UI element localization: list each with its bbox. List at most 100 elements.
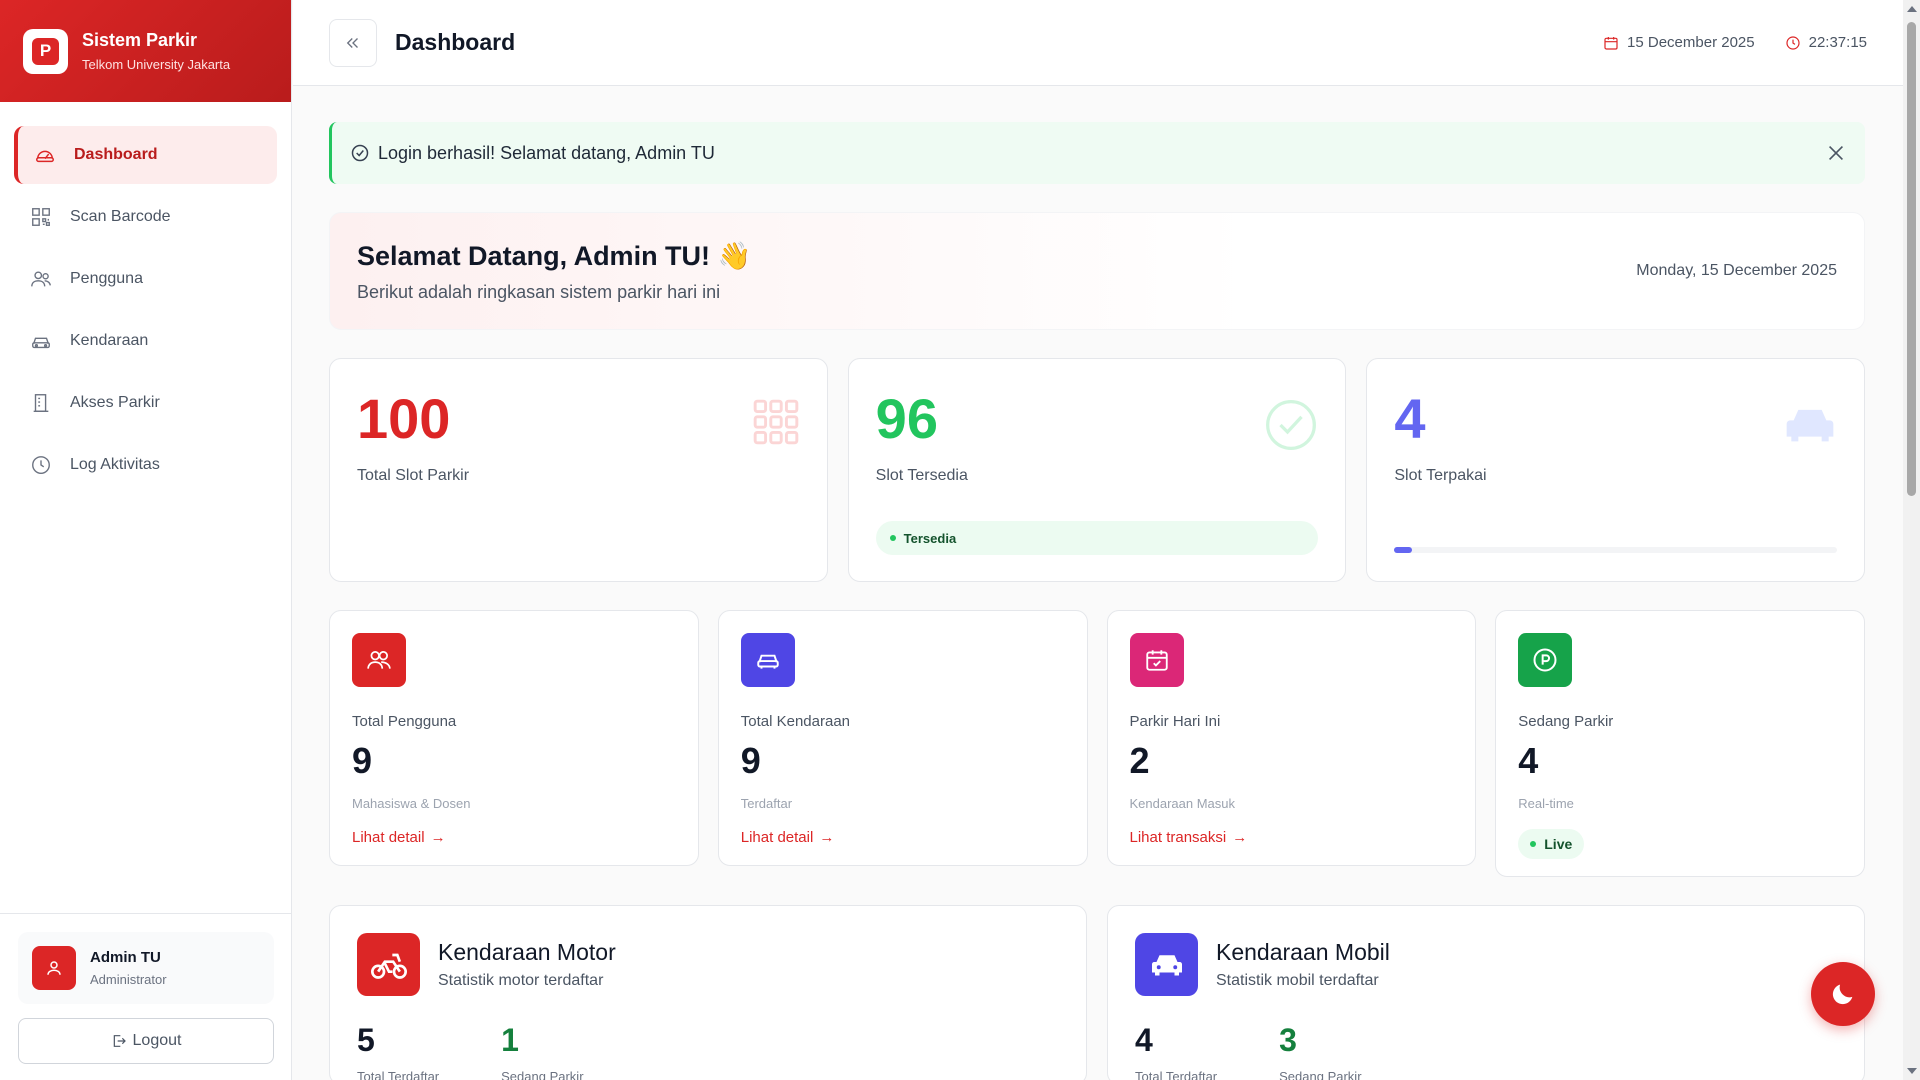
link-label: Lihat transaksi xyxy=(1129,829,1227,846)
card-subtext: Terdaftar xyxy=(740,796,793,811)
card-subtext: Mahasiswa & Dosen xyxy=(352,796,471,811)
car-icon xyxy=(740,633,795,687)
card-label: Total Pengguna xyxy=(352,713,457,730)
sidebar: P Sistem Parkir Telkom University Jakart… xyxy=(0,0,292,1080)
stat-value: 100 xyxy=(357,387,451,450)
arrow-right-icon: → xyxy=(430,829,446,846)
dark-mode-toggle[interactable] xyxy=(1811,962,1875,1026)
registered-stat: 5 Total Terdaftar xyxy=(357,1022,439,1080)
arrow-right-icon: → xyxy=(819,829,835,846)
card-parkir-hari-ini: Parkir Hari Ini 2 Kendaraan Masuk Lihat … xyxy=(1106,610,1477,866)
welcome-banner: Selamat Datang, Admin TU! 👋 Berikut adal… xyxy=(329,212,1865,330)
parked-stat: 1 Sedang Parkir xyxy=(501,1022,583,1080)
users-icon xyxy=(30,268,52,290)
parking-icon xyxy=(1518,633,1573,687)
alert-message: Login berhasil! Selamat datang, Admin TU xyxy=(378,142,715,163)
top-bar: Dashboard 15 December 2025 22:37:15 xyxy=(293,0,1903,86)
usage-progress-fill xyxy=(1394,547,1413,553)
logout-button[interactable]: Logout xyxy=(18,1018,274,1064)
parked-value: 1 xyxy=(501,1022,519,1058)
sidebar-item-pengguna[interactable]: Pengguna xyxy=(14,250,277,308)
success-alert: Login berhasil! Selamat datang, Admin TU xyxy=(329,122,1865,184)
logout-label: Logout xyxy=(132,1032,182,1049)
welcome-subtitle: Berikut adalah ringkasan sistem parkir h… xyxy=(357,281,721,302)
registered-stat: 4 Total Terdaftar xyxy=(1135,1022,1217,1080)
sidebar-item-label: Kendaraan xyxy=(70,332,149,349)
card-subtext: Real-time xyxy=(1518,796,1574,811)
card-value: 2 xyxy=(1129,740,1150,781)
parking-logo-icon: P xyxy=(32,37,59,65)
sidebar-item-label: Akses Parkir xyxy=(70,394,160,411)
close-icon[interactable] xyxy=(1825,142,1847,164)
registered-label: Total Terdaftar xyxy=(1135,1069,1218,1080)
scroll-down-arrow-icon[interactable] xyxy=(1907,1068,1917,1074)
card-value: 4 xyxy=(1518,740,1539,781)
scrollbar-thumb[interactable] xyxy=(1907,22,1916,496)
sidebar-item-label: Log Aktivitas xyxy=(70,456,160,473)
view-transactions-link[interactable]: Lihat transaksi → xyxy=(1130,829,1248,846)
sidebar-item-log-aktivitas[interactable]: Log Aktivitas xyxy=(14,436,277,494)
users-icon xyxy=(352,633,406,687)
link-label: Lihat detail xyxy=(740,829,814,846)
stat-slot-tersedia: 96 Slot Tersedia Tersedia xyxy=(847,358,1347,582)
live-badge: Live xyxy=(1518,829,1585,859)
time-text: 22:37:15 xyxy=(1808,34,1867,51)
calendar-icon xyxy=(1604,36,1618,50)
grid-icon xyxy=(753,399,798,445)
main-content: Login berhasil! Selamat datang, Admin TU… xyxy=(329,122,1866,1080)
stat-total-slot: 100 Total Slot Parkir xyxy=(329,358,828,582)
sidebar-item-kendaraan[interactable]: Kendaraan xyxy=(14,312,277,370)
sidebar-footer: Admin TU Administrator Logout xyxy=(0,913,292,1080)
welcome-title: Selamat Datang, Admin TU! 👋 xyxy=(357,240,752,271)
registered-value: 5 xyxy=(357,1022,375,1058)
current-time: 22:37:15 xyxy=(1785,34,1867,51)
stat-label: Slot Tersedia xyxy=(875,467,968,484)
car-icon xyxy=(1786,409,1834,442)
view-detail-link[interactable]: Lihat detail → xyxy=(352,829,446,846)
sidebar-nav: Dashboard Scan Barcode Pengguna Kendaraa… xyxy=(0,102,291,522)
usage-progress-bar xyxy=(1394,547,1838,553)
sidebar-item-label: Scan Barcode xyxy=(70,208,171,225)
page-title: Dashboard xyxy=(395,29,516,55)
view-detail-link[interactable]: Lihat detail → xyxy=(741,829,835,846)
logout-icon xyxy=(113,1035,126,1047)
sidebar-item-akses-parkir[interactable]: Akses Parkir xyxy=(14,374,277,432)
summary-cards: Total Pengguna 9 Mahasiswa & Dosen Lihat… xyxy=(329,610,1865,877)
card-total-pengguna: Total Pengguna 9 Mahasiswa & Dosen Lihat… xyxy=(329,610,699,866)
link-label: Lihat detail xyxy=(352,829,425,846)
status-badge: Tersedia xyxy=(875,521,1319,555)
building-icon xyxy=(30,392,52,414)
stat-label: Slot Terpakai xyxy=(1394,467,1487,484)
card-label: Sedang Parkir xyxy=(1518,713,1614,730)
brand-header[interactable]: P Sistem Parkir Telkom University Jakart… xyxy=(0,0,291,102)
registered-value: 4 xyxy=(1135,1022,1153,1058)
card-label: Total Kendaraan xyxy=(740,713,850,730)
parked-label: Sedang Parkir xyxy=(1279,1069,1362,1080)
date-text: 15 December 2025 xyxy=(1627,34,1755,51)
chevrons-left-icon xyxy=(346,37,358,48)
vehicle-subtitle: Statistik motor terdaftar xyxy=(438,972,604,989)
user-name: Admin TU xyxy=(90,949,161,966)
collapse-sidebar-button[interactable] xyxy=(329,18,377,67)
vehicle-title: Kendaraan Mobil xyxy=(1216,939,1390,965)
user-role: Administrator xyxy=(90,972,167,987)
card-value: 9 xyxy=(352,740,373,781)
calendar-check-icon xyxy=(1129,633,1184,687)
parked-stat: 3 Sedang Parkir xyxy=(1279,1022,1361,1080)
status-badge-label: Tersedia xyxy=(903,530,957,546)
sidebar-item-scan-barcode[interactable]: Scan Barcode xyxy=(14,188,277,246)
page-scrollbar[interactable] xyxy=(1903,0,1920,1080)
card-subtext: Kendaraan Masuk xyxy=(1129,796,1236,811)
sidebar-item-label: Dashboard xyxy=(74,146,158,163)
qr-icon xyxy=(30,206,52,228)
sidebar-item-dashboard[interactable]: Dashboard xyxy=(14,126,277,184)
card-kendaraan-motor: Kendaraan Motor Statistik motor terdafta… xyxy=(329,905,1087,1080)
stat-value: 96 xyxy=(875,387,938,450)
gauge-icon xyxy=(34,144,56,166)
scroll-up-arrow-icon[interactable] xyxy=(1907,6,1917,12)
user-card[interactable]: Admin TU Administrator xyxy=(18,932,274,1004)
stat-value: 4 xyxy=(1394,387,1426,450)
live-label: Live xyxy=(1544,836,1573,852)
card-sedang-parkir: Sedang Parkir 4 Real-time Live xyxy=(1495,610,1865,877)
arrow-right-icon: → xyxy=(1232,829,1248,846)
